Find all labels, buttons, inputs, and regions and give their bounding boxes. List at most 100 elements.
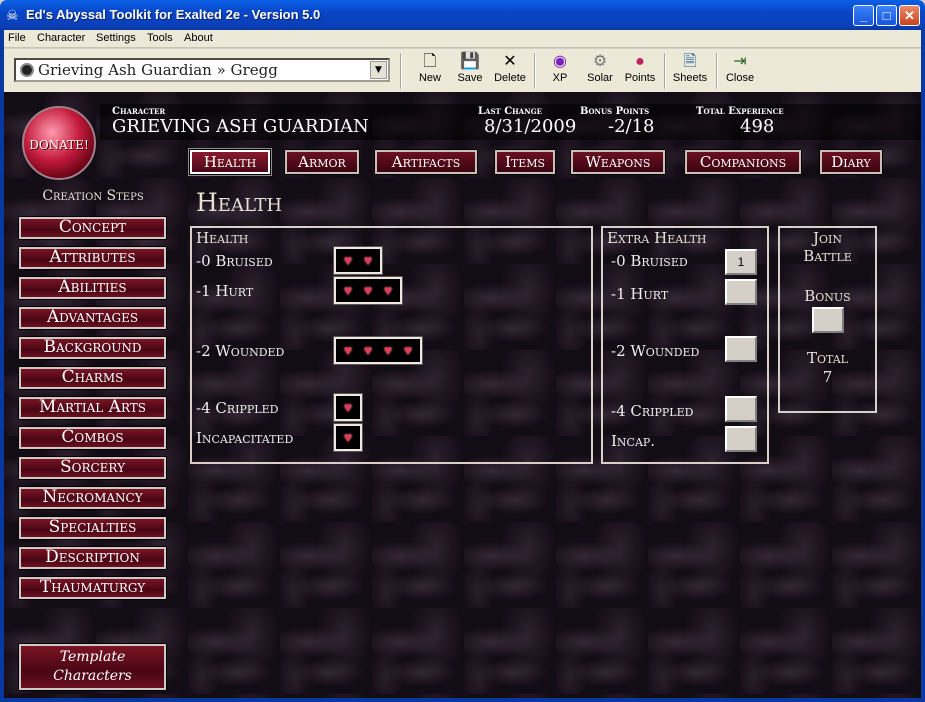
- template-characters-button[interactable]: Template Characters: [18, 643, 167, 691]
- total-label: Total: [806, 349, 848, 367]
- solar-button[interactable]: ⚙ Solar: [578, 52, 622, 90]
- sheets-icon: 🗎: [683, 53, 697, 70]
- points-button[interactable]: ● Points: [618, 52, 662, 90]
- template-label-line2: Characters: [53, 668, 132, 684]
- step-sorcery[interactable]: Sorcery: [18, 456, 167, 480]
- heart-icon: ♥: [343, 282, 353, 298]
- window-frame: [0, 698, 925, 702]
- health-row-label: Incapacitated: [196, 429, 294, 447]
- character-header: Character GRIEVING ASH GUARDIAN Last Cha…: [100, 104, 921, 140]
- step-specialties[interactable]: Specialties: [18, 516, 167, 540]
- extra-crippled-input[interactable]: [725, 396, 757, 422]
- tab-diary[interactable]: Diary: [819, 149, 883, 175]
- xp-icon: ◉: [553, 53, 567, 70]
- last-change-value: 8/31/2009: [484, 116, 577, 137]
- menu-character[interactable]: Character: [37, 32, 85, 44]
- menu-about[interactable]: About: [184, 32, 213, 44]
- step-charms[interactable]: Charms: [18, 366, 167, 390]
- heart-icon: ♥: [363, 282, 373, 298]
- join-battle-title-line2: Battle: [803, 247, 852, 265]
- maximize-button[interactable]: □: [876, 5, 897, 26]
- window-frame: [921, 30, 925, 702]
- character-select[interactable]: Grieving Ash Guardian » Gregg ▼: [14, 58, 390, 82]
- toolbar-separator: [534, 53, 536, 89]
- health-panel: Health -0 Bruised ♥ ♥ -1 Hurt ♥ ♥ ♥ -2 Woun…: [190, 226, 593, 464]
- template-label-line1: Template: [59, 649, 126, 665]
- step-necromancy[interactable]: Necromancy: [18, 486, 167, 510]
- delete-button-label: Delete: [494, 72, 526, 84]
- extra-health-panel: Extra Health -0 Bruised 1 -1 Hurt -2 Wou…: [601, 226, 769, 464]
- total-experience-value: 498: [740, 116, 775, 137]
- tab-weapons[interactable]: Weapons: [570, 149, 666, 175]
- toolbar: Grieving Ash Guardian » Gregg ▼ 🗋 New 💾 …: [4, 49, 921, 92]
- new-document-icon: 🗋: [423, 53, 437, 70]
- close-button[interactable]: ⇥ Close: [718, 52, 762, 90]
- main-content: DONATE! Character GRIEVING ASH GUARDIAN …: [4, 92, 921, 698]
- chevron-down-icon[interactable]: ▼: [370, 61, 387, 79]
- heart-icon: ♥: [363, 252, 373, 268]
- sheets-button-label: Sheets: [672, 72, 708, 84]
- health-row-label: -0 Bruised: [196, 252, 273, 270]
- extra-health-row-label: -4 Crippled: [611, 402, 694, 420]
- character-icon: [20, 63, 34, 77]
- xp-button-label: XP: [552, 72, 568, 84]
- menu-settings[interactable]: Settings: [96, 32, 136, 44]
- heart-icon: ♥: [343, 399, 353, 415]
- save-button[interactable]: 💾 Save: [448, 52, 492, 90]
- xp-button[interactable]: ◉ XP: [538, 52, 582, 90]
- extra-health-row-label: -1 Hurt: [611, 285, 669, 303]
- toolbar-separator: [400, 53, 402, 89]
- tab-health[interactable]: Health: [189, 149, 271, 175]
- step-background[interactable]: Background: [18, 336, 167, 360]
- heart-icon: ♥: [343, 429, 353, 445]
- sheets-button[interactable]: 🗎 Sheets: [668, 52, 712, 90]
- total-value: 7: [822, 368, 833, 386]
- close-door-icon: ⇥: [733, 53, 747, 70]
- extra-wounded-input[interactable]: [725, 336, 757, 362]
- health-panel-title: Health: [196, 229, 249, 247]
- page-title: Health: [196, 188, 283, 217]
- menu-tools[interactable]: Tools: [147, 32, 173, 44]
- tab-artifacts[interactable]: Artifacts: [374, 149, 478, 175]
- app-skull-icon[interactable]: ☠: [6, 7, 22, 23]
- extra-bruised-input[interactable]: 1: [725, 249, 757, 275]
- step-attributes[interactable]: Attributes: [18, 246, 167, 270]
- new-button[interactable]: 🗋 New: [408, 52, 452, 90]
- step-martial-arts[interactable]: Martial Arts: [18, 396, 167, 420]
- health-row-label: -2 Wounded: [196, 342, 285, 360]
- extra-health-row-label: -0 Bruised: [611, 252, 688, 270]
- bonus-points-value: -2/18: [608, 116, 655, 137]
- tab-armor[interactable]: Armor: [284, 149, 360, 175]
- step-thaumaturgy[interactable]: Thaumaturgy: [18, 576, 167, 600]
- join-battle-bonus-input[interactable]: [812, 307, 844, 333]
- health-level-crippled[interactable]: ♥: [333, 393, 363, 422]
- creation-steps-title: Creation Steps: [42, 188, 144, 204]
- health-row-label: -1 Hurt: [196, 282, 254, 300]
- delete-x-icon: ✕: [503, 53, 517, 70]
- step-description[interactable]: Description: [18, 546, 167, 570]
- heart-icon: ♥: [363, 342, 373, 358]
- save-button-label: Save: [457, 72, 483, 84]
- step-advantages[interactable]: Advantages: [18, 306, 167, 330]
- points-button-label: Points: [624, 72, 656, 84]
- donate-button[interactable]: DONATE!: [22, 106, 96, 180]
- extra-health-row-label: Incap.: [611, 432, 656, 450]
- extra-hurt-input[interactable]: [725, 279, 757, 305]
- close-window-button[interactable]: ✕: [899, 5, 920, 26]
- character-select-value: Grieving Ash Guardian » Gregg: [38, 61, 278, 79]
- step-abilities[interactable]: Abilities: [18, 276, 167, 300]
- delete-button[interactable]: ✕ Delete: [488, 52, 532, 90]
- health-level-wounded[interactable]: ♥ ♥ ♥ ♥: [333, 336, 423, 365]
- character-name: GRIEVING ASH GUARDIAN: [112, 116, 369, 137]
- step-combos[interactable]: Combos: [18, 426, 167, 450]
- health-level-incapacitated[interactable]: ♥: [333, 423, 363, 452]
- extra-incap-input[interactable]: [725, 426, 757, 452]
- minimize-button[interactable]: _: [853, 5, 874, 26]
- menu-file[interactable]: File: [8, 32, 26, 44]
- tab-items[interactable]: Items: [494, 149, 556, 175]
- health-level-bruised[interactable]: ♥ ♥: [333, 246, 383, 275]
- heart-icon: ♥: [383, 282, 393, 298]
- tab-companions[interactable]: Companions: [684, 149, 802, 175]
- step-concept[interactable]: Concept: [18, 216, 167, 240]
- health-level-hurt[interactable]: ♥ ♥ ♥: [333, 276, 403, 305]
